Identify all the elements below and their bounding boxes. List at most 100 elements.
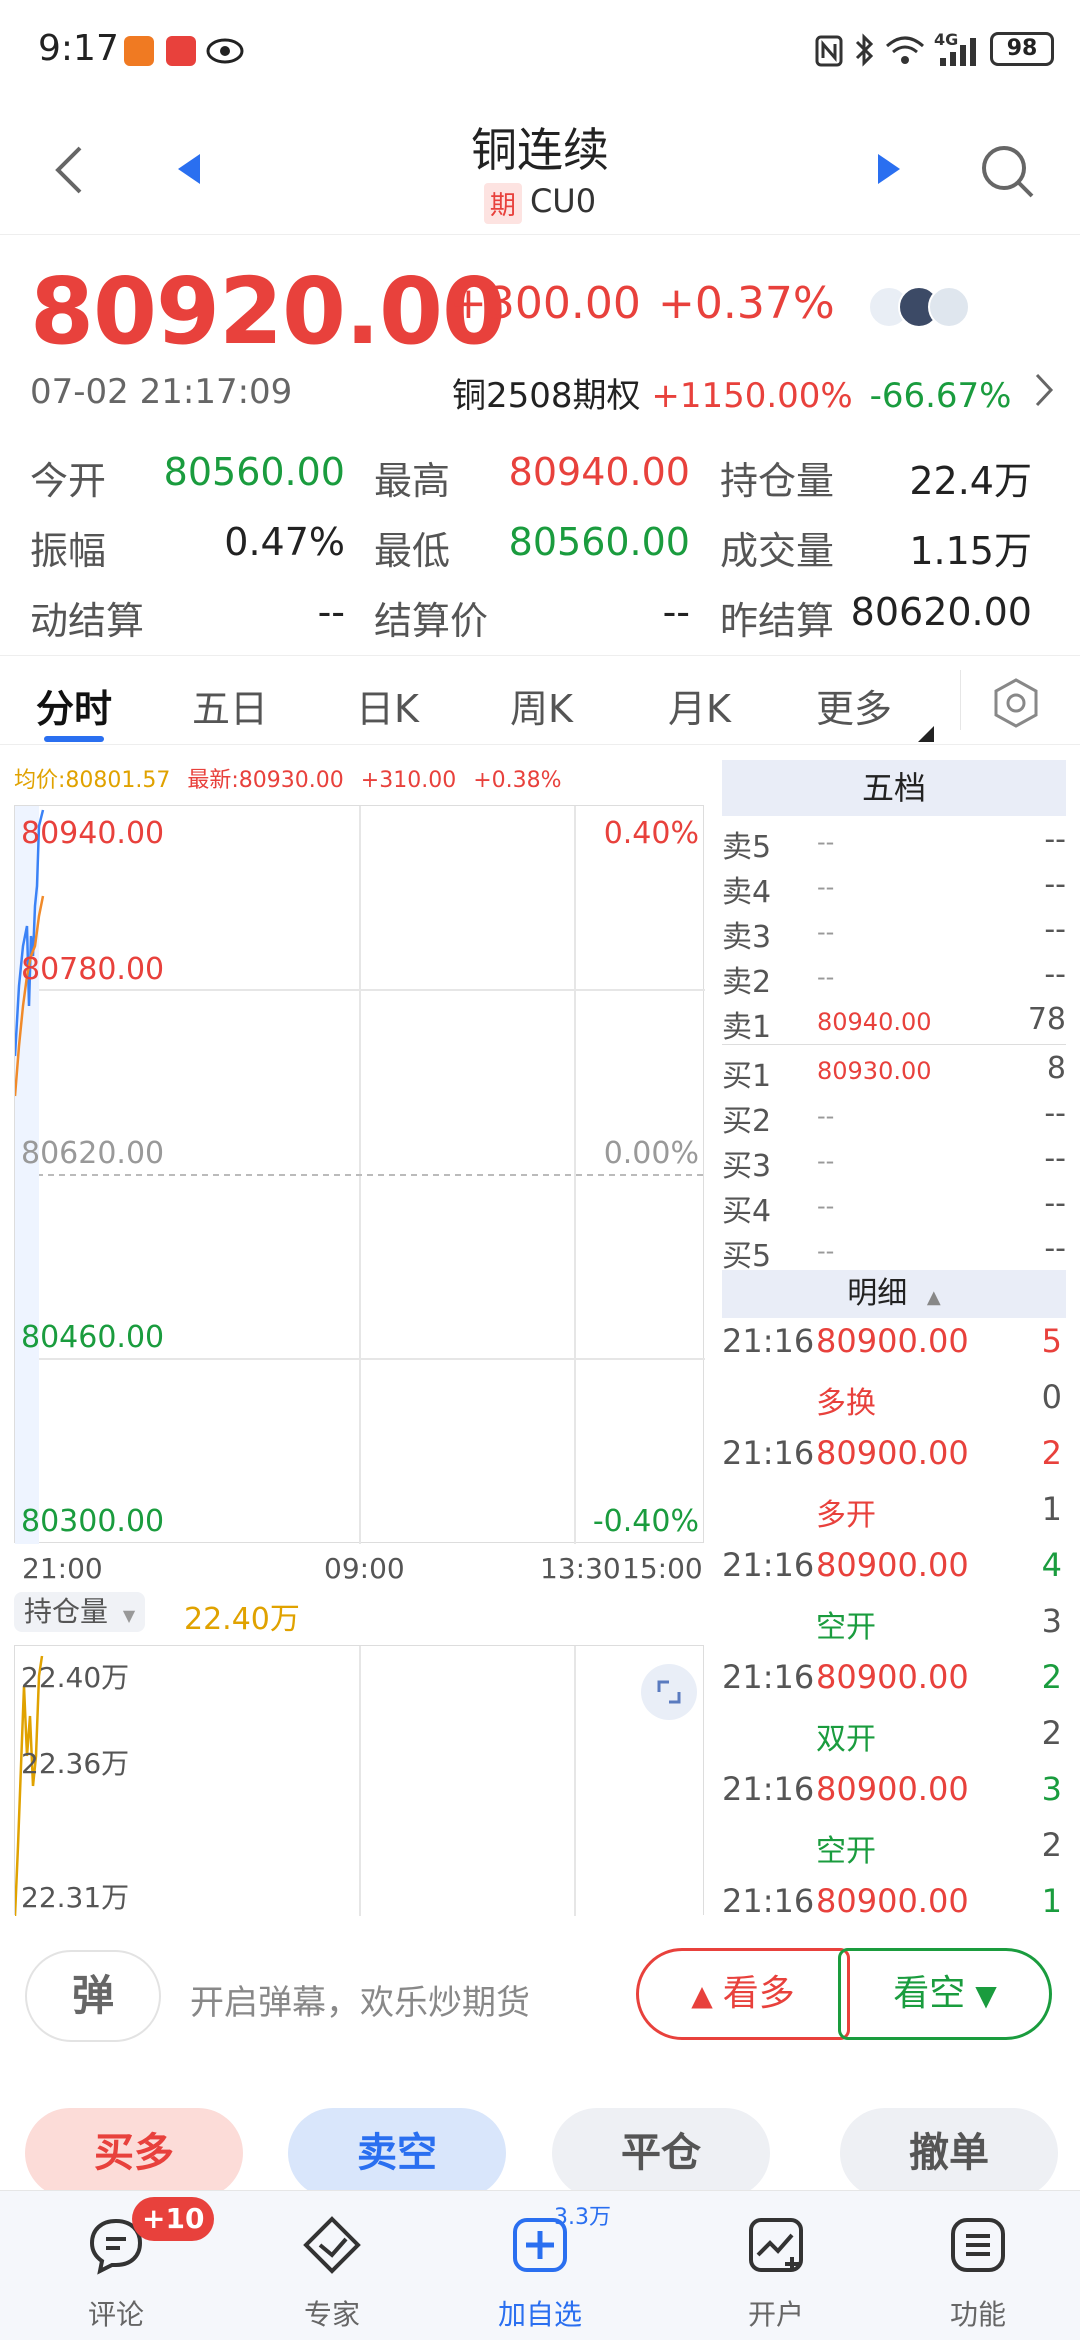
order-book-row[interactable]: 买1 80930.00 8 [722,1051,1066,1096]
price-change: +300.00 [450,278,641,329]
battery-indicator: 98 [990,32,1054,66]
comment-badge: +10 [132,2197,215,2241]
level-price: -- [817,828,835,856]
order-book-row[interactable]: 卖3 -- -- [722,912,1066,957]
signal-icon [940,38,976,66]
order-book-row[interactable]: 卖4 -- -- [722,867,1066,912]
level-volume: -- [1044,1186,1066,1221]
level-volume: -- [1044,957,1066,992]
y-right-bottom: -0.40% [592,1504,699,1539]
tick-time: 21:16 [722,1770,815,1808]
close-position-button[interactable]: 平仓 [552,2108,770,2198]
level-name: 卖2 [722,965,772,1000]
sell-short-button[interactable]: 卖空 [288,2108,506,2198]
danmu-toggle-button[interactable]: 弹 [25,1950,161,2042]
stat-value: 80620.00 [850,590,1032,634]
cancel-order-button[interactable]: 撤单 [840,2108,1058,2198]
avg-price: 均价:80801.57 [14,768,171,793]
bottom-nav: +10 评论 专家 3.3万 加自选 开户 功能 [0,2190,1080,2340]
tick-type: 多开 [816,1498,876,1533]
level-price: 80940.00 [817,1008,932,1036]
chart-settings-icon[interactable] [992,678,1040,728]
bullish-button[interactable]: ▲ 看多 [636,1948,850,2040]
order-book-row[interactable]: 卖5 -- -- [722,822,1066,867]
next-contract-icon[interactable] [876,152,902,186]
nav-open-account[interactable]: 开户 [668,2191,884,2340]
indicator-label: 持仓量 [24,1595,109,1628]
tab-monthly-k[interactable]: 月K [668,678,731,733]
danmu-icon: 弹 [71,1971,114,2020]
trade-tick-row: 21:16 80900.00 3 [722,1770,1066,1826]
stat-value: 80560.00 [163,450,345,494]
level-volume: 78 [1027,1002,1066,1037]
tab-weekly-k[interactable]: 周K [510,678,573,733]
wifi-icon [886,36,924,64]
stat-label: 结算价 [374,599,489,643]
chevron-right-icon[interactable] [1034,372,1054,408]
chart-tabs: 分时 五日 日K 周K 月K 更多 [0,655,1080,745]
bearish-button[interactable]: 看空 ▼ [838,1948,1052,2040]
stat-value: -- [662,590,690,634]
heart-down-icon: ▼ [975,1979,997,2012]
latest-price: 最新:80930.00 [187,768,344,793]
danmu-placeholder[interactable]: 开启弹幕，欢乐炒期货 [190,1975,530,2024]
chart-info: 均价:80801.57 最新:80930.00 +310.00 +0.38% [14,762,562,794]
tick-volume: 2 [1041,1434,1062,1472]
stat-value: 22.4万 [909,459,1032,503]
tab-five-day[interactable]: 五日 [192,678,268,733]
tick-type: 空开 [816,1610,876,1645]
diamond-icon [303,2216,361,2274]
tick-time: 21:16 [722,1434,815,1472]
expand-icon [657,1680,681,1704]
order-book-row[interactable]: 卖2 -- -- [722,957,1066,1002]
contract-code: 期 CU0 [0,182,1080,224]
nav-functions[interactable]: 功能 [870,2191,1080,2340]
y-label-lower: 80460.00 [21,1320,165,1355]
y-right-top: 0.40% [603,816,699,851]
tab-timeshare[interactable]: 分时 [36,678,112,733]
related-option-link[interactable]: 铜2508期权 +1150.00% -66.67% [452,368,1011,417]
x-label-1330: 13:30 [540,1552,621,1585]
avatar-stack[interactable] [868,282,978,332]
level-volume: -- [1044,867,1066,902]
trade-detail-header[interactable]: 明细 ▲ [722,1270,1066,1318]
level-name: 卖5 [722,830,772,865]
tab-more[interactable]: 更多 [816,678,892,733]
level-name: 买3 [722,1149,772,1184]
open-interest-chart[interactable]: 22.40万 22.36万 22.31万 [14,1645,704,1916]
bearish-label: 看空 [893,1973,966,2014]
tick-price: 80900.00 [816,1434,969,1472]
order-book-row[interactable]: 卖1 80940.00 78 [722,1002,1066,1047]
contract-code-text: CU0 [529,182,597,220]
tab-daily-k[interactable]: 日K [356,678,419,733]
stat-label: 昨结算 [720,599,835,643]
tick-oi-change: 2 [1041,1826,1062,1864]
order-book-row[interactable]: 买4 -- -- [722,1186,1066,1231]
nav-expert[interactable]: 专家 [224,2191,440,2340]
nav-add-watchlist[interactable]: 3.3万 加自选 [432,2191,648,2340]
tick-type: 双开 [816,1722,876,1757]
order-book-row[interactable]: 买3 -- -- [722,1141,1066,1186]
expand-chart-button[interactable] [641,1664,697,1720]
level-price: -- [817,1147,835,1175]
buy-long-button[interactable]: 买多 [25,2108,243,2198]
stat-label: 成交量 [720,529,835,573]
last-price: 80920.00 [30,258,506,365]
level-price: -- [817,873,835,901]
latest-change: +310.00 [360,768,457,793]
nav-functions-label: 功能 [949,2298,1006,2331]
tick-oi-change: 2 [1041,1714,1062,1752]
timeshare-chart[interactable]: 80940.00 80780.00 80620.00 80460.00 8030… [14,805,705,1544]
level-name: 买4 [722,1194,772,1229]
nav-comment[interactable]: +10 评论 [8,2191,224,2340]
order-book-row[interactable]: 买2 -- -- [722,1096,1066,1141]
stat-value: 1.15万 [909,529,1032,573]
tick-price: 80900.00 [816,1882,969,1915]
tick-type: 空开 [816,1834,876,1869]
level-name: 买5 [722,1239,772,1274]
trade-tick-type-row: 空开 2 [722,1826,1066,1882]
indicator-select[interactable]: 持仓量 ▼ [14,1592,146,1632]
nav-expert-label: 专家 [303,2298,360,2331]
tick-time: 21:16 [722,1882,815,1915]
search-icon[interactable] [980,144,1036,200]
